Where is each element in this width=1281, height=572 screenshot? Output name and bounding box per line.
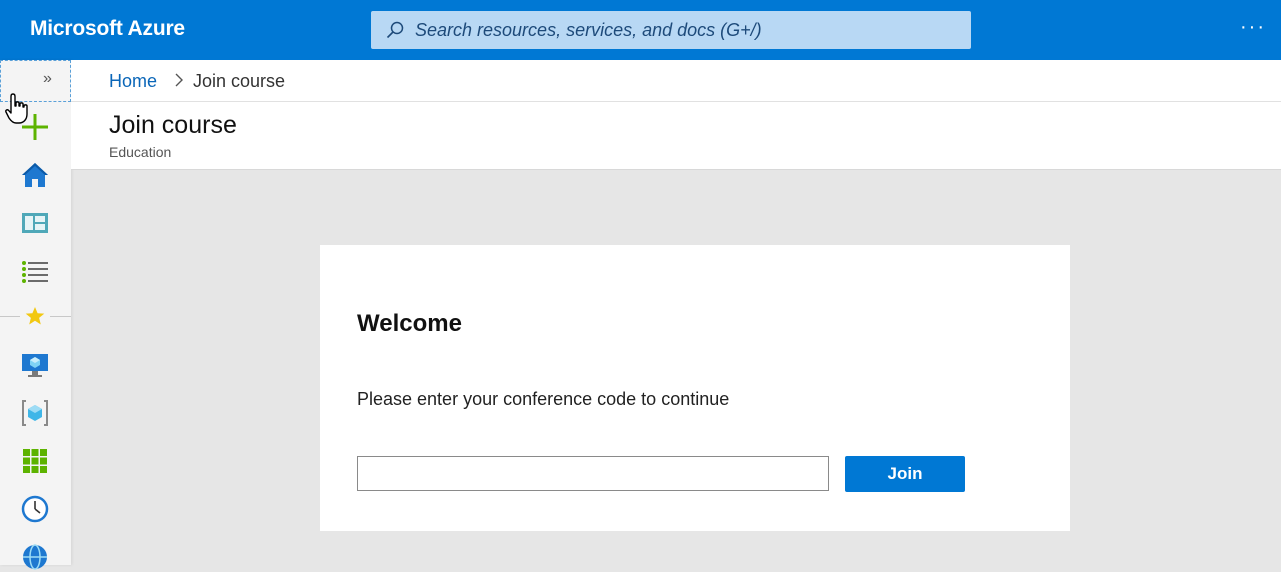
breadcrumb: Home Join course <box>71 60 1281 102</box>
app-services-icon[interactable] <box>20 542 50 572</box>
favorites-star-icon <box>25 307 45 325</box>
sidebar-divider-right <box>50 316 71 317</box>
hand-cursor-icon <box>5 93 28 124</box>
left-sidebar: » <box>0 60 71 570</box>
search-box[interactable] <box>371 11 971 49</box>
more-options-icon[interactable]: ··· <box>1238 17 1268 42</box>
conference-code-prompt: Please enter your conference code to con… <box>357 389 730 409</box>
conference-code-input[interactable] <box>357 456 829 491</box>
all-services-icon[interactable] <box>20 256 50 286</box>
breadcrumb-current: Join course <box>193 71 286 91</box>
home-icon[interactable] <box>20 160 50 190</box>
all-resources-icon[interactable] <box>20 446 50 476</box>
dashboard-icon[interactable] <box>20 208 50 238</box>
chevron-right-icon <box>175 73 183 87</box>
page-subtitle: Education <box>109 144 172 160</box>
join-course-card: Welcome Please enter your conference cod… <box>320 245 1070 531</box>
welcome-heading: Welcome <box>357 310 462 337</box>
search-input[interactable] <box>415 11 955 49</box>
recent-clock-icon[interactable] <box>20 494 50 524</box>
page-title: Join course <box>109 111 237 139</box>
expand-chevron-icon: » <box>43 70 52 87</box>
join-button[interactable]: Join <box>845 456 965 492</box>
resource-groups-icon[interactable] <box>20 398 50 428</box>
brand-title[interactable]: Microsoft Azure <box>30 17 185 41</box>
virtual-machines-icon[interactable] <box>20 350 50 380</box>
page-header: Join course Education <box>71 102 1281 170</box>
search-icon <box>386 21 404 39</box>
sidebar-divider-left <box>0 316 20 317</box>
breadcrumb-home-link[interactable]: Home <box>109 71 157 92</box>
top-bar: Microsoft Azure ··· <box>0 0 1281 60</box>
